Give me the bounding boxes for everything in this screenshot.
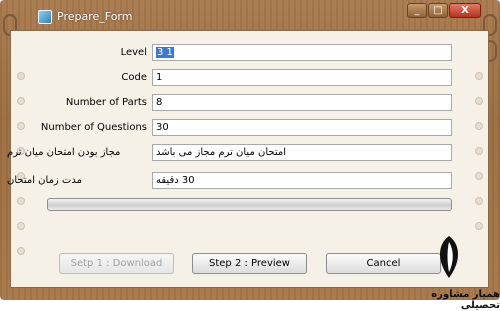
progress-bar [47, 198, 452, 211]
duration-field[interactable]: 30 دقیقه [152, 172, 452, 189]
punch-hole [17, 197, 25, 205]
questions-label: Number of Questions [40, 122, 147, 133]
step2-preview-button[interactable]: Step 2 : Preview [192, 253, 307, 274]
maximize-button[interactable]: □ [428, 3, 448, 18]
parts-field[interactable]: 8 [152, 94, 452, 111]
punch-hole [475, 72, 483, 80]
code-label: Code [121, 72, 147, 83]
watermark-logo-icon [439, 236, 459, 278]
minimize-button[interactable]: _ [407, 3, 427, 18]
questions-field[interactable]: 30 [152, 119, 452, 136]
punch-hole [475, 147, 483, 155]
level-label: Level [120, 47, 147, 58]
close-button[interactable]: X [449, 3, 481, 18]
parts-label: Number of Parts [65, 97, 147, 108]
cancel-button[interactable]: Cancel [326, 253, 441, 274]
punch-hole [475, 122, 483, 130]
code-field[interactable]: 1 [152, 69, 452, 86]
punch-hole [17, 222, 25, 230]
level-value: 3 1 [156, 47, 174, 58]
punch-hole [475, 197, 483, 205]
window-frame: Prepare_Form _ □ X Level 3 1 Code 1 Numb… [0, 0, 500, 300]
punch-hole [475, 222, 483, 230]
punch-hole [475, 97, 483, 105]
level-field[interactable]: 3 1 [152, 44, 452, 61]
midterm-field[interactable]: امتحان میان ترم مجاز می باشد [152, 144, 452, 161]
punch-hole [17, 247, 25, 255]
window-title: Prepare_Form [57, 10, 133, 23]
punch-hole [475, 172, 483, 180]
step1-download-button[interactable]: Setp 1 : Download [59, 253, 174, 274]
app-icon [38, 10, 52, 24]
midterm-label: مجاز بودن امتحان میان ترم [7, 147, 121, 158]
duration-label: مدت زمان امتحان [7, 175, 82, 186]
title-bar[interactable]: Prepare_Form _ □ X [0, 0, 500, 30]
